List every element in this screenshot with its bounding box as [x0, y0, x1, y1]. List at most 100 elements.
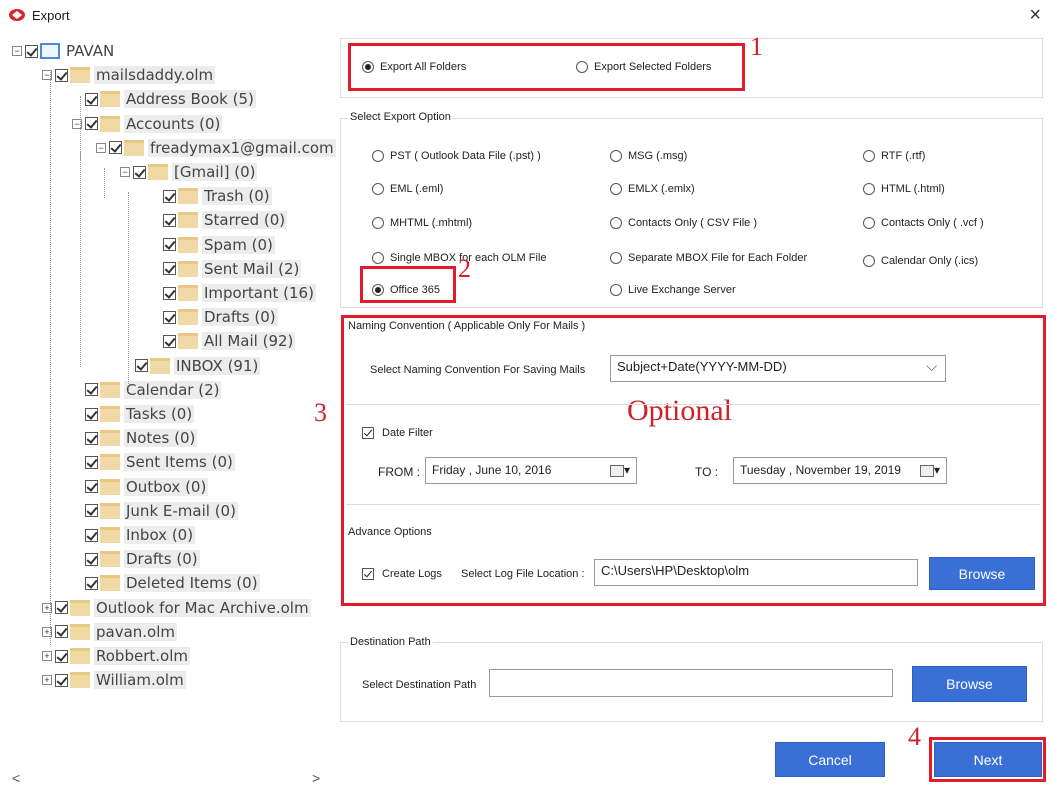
- tree-item[interactable]: Calendar (2): [72, 379, 222, 401]
- tree-item[interactable]: − Accounts (0): [72, 113, 223, 135]
- tree-checkbox[interactable]: [85, 576, 98, 590]
- tree-checkbox[interactable]: [135, 359, 148, 373]
- tree-checkbox[interactable]: [163, 238, 176, 252]
- tree-item[interactable]: Sent Mail (2): [150, 258, 302, 280]
- tree-checkbox[interactable]: [163, 189, 176, 203]
- export-option-title: Select Export Option: [348, 111, 453, 123]
- tree-item[interactable]: Drafts (0): [72, 548, 200, 570]
- to-date-picker[interactable]: Tuesday , November 19, 2019 ▾: [733, 457, 947, 484]
- export-option-radio[interactable]: EMLX (.emlx): [610, 183, 695, 195]
- close-icon[interactable]: ×: [1029, 4, 1041, 27]
- tree-item[interactable]: Starred (0): [150, 209, 288, 231]
- tree-checkbox[interactable]: [85, 92, 98, 106]
- radio-indicator: [610, 284, 622, 296]
- tree-item-label: Inbox (0): [124, 526, 196, 544]
- export-option-radio[interactable]: RTF (.rtf): [863, 150, 925, 162]
- folder-tree[interactable]: − PAVAN − mailsdaddy.olm Address Book (5) − Ac…: [0, 32, 336, 790]
- tree-item[interactable]: − freadymax1@gmail.com: [96, 137, 336, 159]
- tree-item[interactable]: Important (16): [150, 282, 316, 304]
- tree-item[interactable]: + Outlook for Mac Archive.olm: [42, 597, 311, 619]
- tree-item[interactable]: Sent Items (0): [72, 451, 235, 473]
- collapse-icon[interactable]: −: [96, 142, 106, 153]
- tree-checkbox[interactable]: [109, 141, 122, 155]
- tree-item[interactable]: Deleted Items (0): [72, 572, 260, 594]
- tree-item[interactable]: All Mail (92): [150, 330, 296, 352]
- export-option-radio[interactable]: EML (.eml): [372, 183, 443, 195]
- tree-checkbox[interactable]: [85, 528, 98, 542]
- radio-export-all[interactable]: Export All Folders: [362, 61, 466, 73]
- tree-item[interactable]: Junk E-mail (0): [72, 500, 238, 522]
- folder-icon: [100, 527, 120, 543]
- export-option-radio[interactable]: PST ( Outlook Data File (.pst) ): [372, 150, 541, 162]
- export-option-radio[interactable]: Calendar Only (.ics): [863, 255, 978, 267]
- tree-checkbox[interactable]: [85, 480, 98, 494]
- tree-checkbox[interactable]: [163, 262, 176, 276]
- next-button[interactable]: Next: [934, 742, 1042, 777]
- tree-checkbox[interactable]: [133, 165, 146, 179]
- tree-item[interactable]: + William.olm: [42, 669, 186, 691]
- radio-export-selected[interactable]: Export Selected Folders: [576, 61, 711, 73]
- tree-item[interactable]: Notes (0): [72, 427, 198, 449]
- export-option-radio[interactable]: Live Exchange Server: [610, 284, 736, 296]
- tree-checkbox[interactable]: [55, 625, 68, 639]
- create-logs-checkbox[interactable]: [362, 568, 374, 580]
- naming-select[interactable]: Subject+Date(YYYY-MM-DD) ⌵: [610, 355, 946, 382]
- tree-checkbox[interactable]: [85, 552, 98, 566]
- scroll-left-icon[interactable]: <: [12, 770, 20, 786]
- tree-item[interactable]: Inbox (0): [72, 524, 196, 546]
- tree-item-label: Outbox (0): [124, 477, 209, 496]
- export-option-radio[interactable]: MSG (.msg): [610, 150, 687, 162]
- tree-checkbox[interactable]: [163, 286, 176, 300]
- tree-checkbox[interactable]: [25, 44, 38, 58]
- export-option-radio[interactable]: Contacts Only ( .vcf ): [863, 217, 984, 229]
- date-filter-checkbox[interactable]: [362, 427, 374, 439]
- tree-item[interactable]: INBOX (91): [122, 355, 261, 377]
- log-browse-button[interactable]: Browse: [929, 557, 1035, 590]
- tree-item[interactable]: − [Gmail] (0): [120, 161, 258, 183]
- destination-browse-button[interactable]: Browse: [912, 666, 1027, 702]
- tree-item[interactable]: + Robbert.olm: [42, 645, 190, 667]
- export-option-radio[interactable]: Contacts Only ( CSV File ): [610, 217, 757, 229]
- tree-item[interactable]: Outbox (0): [72, 476, 209, 498]
- tree-checkbox[interactable]: [85, 455, 98, 469]
- tree-checkbox[interactable]: [163, 213, 176, 227]
- collapse-icon[interactable]: −: [12, 46, 22, 56]
- tree-checkbox[interactable]: [163, 310, 176, 324]
- tree-checkbox[interactable]: [85, 431, 98, 445]
- tree-checkbox[interactable]: [85, 117, 98, 131]
- tree-item[interactable]: Drafts (0): [150, 306, 278, 328]
- divider: [346, 504, 1040, 505]
- log-location-input[interactable]: C:\Users\HP\Desktop\olm: [594, 559, 918, 586]
- expand-icon[interactable]: +: [42, 651, 52, 661]
- tree-item[interactable]: Spam (0): [150, 234, 275, 256]
- tree-checkbox[interactable]: [55, 673, 68, 687]
- tree-checkbox[interactable]: [55, 601, 68, 615]
- radio-indicator: [372, 252, 384, 264]
- tree-checkbox[interactable]: [85, 407, 98, 421]
- tree-item[interactable]: + pavan.olm: [42, 621, 178, 643]
- tree-checkbox[interactable]: [163, 334, 176, 348]
- scroll-right-icon[interactable]: >: [312, 770, 320, 786]
- tree-connector: [104, 168, 105, 198]
- tree-checkbox[interactable]: [85, 504, 98, 518]
- tree-item[interactable]: Trash (0): [150, 185, 272, 207]
- chevron-down-icon: ⌵: [926, 358, 937, 374]
- from-date-picker[interactable]: Friday , June 10, 2016 ▾: [425, 457, 637, 484]
- collapse-icon[interactable]: −: [120, 167, 130, 177]
- export-option-radio[interactable]: MHTML (.mhtml): [372, 217, 472, 229]
- tree-checkbox[interactable]: [55, 68, 68, 82]
- folder-icon: [70, 672, 90, 689]
- tree-checkbox[interactable]: [85, 383, 98, 397]
- expand-icon[interactable]: +: [42, 675, 52, 686]
- tree-item[interactable]: Address Book (5): [72, 88, 256, 110]
- export-option-radio[interactable]: Separate MBOX File for Each Folder: [610, 252, 807, 264]
- export-option-radio[interactable]: HTML (.html): [863, 183, 945, 195]
- tree-item-label: Trash (0): [202, 187, 272, 206]
- tree-item[interactable]: Tasks (0): [72, 403, 195, 425]
- destination-input[interactable]: [489, 669, 893, 697]
- tree-item[interactable]: − mailsdaddy.olm: [42, 64, 216, 86]
- cancel-button[interactable]: Cancel: [775, 742, 885, 777]
- divider: [346, 404, 1040, 405]
- tree-item[interactable]: − PAVAN: [12, 40, 116, 62]
- tree-checkbox[interactable]: [55, 649, 68, 663]
